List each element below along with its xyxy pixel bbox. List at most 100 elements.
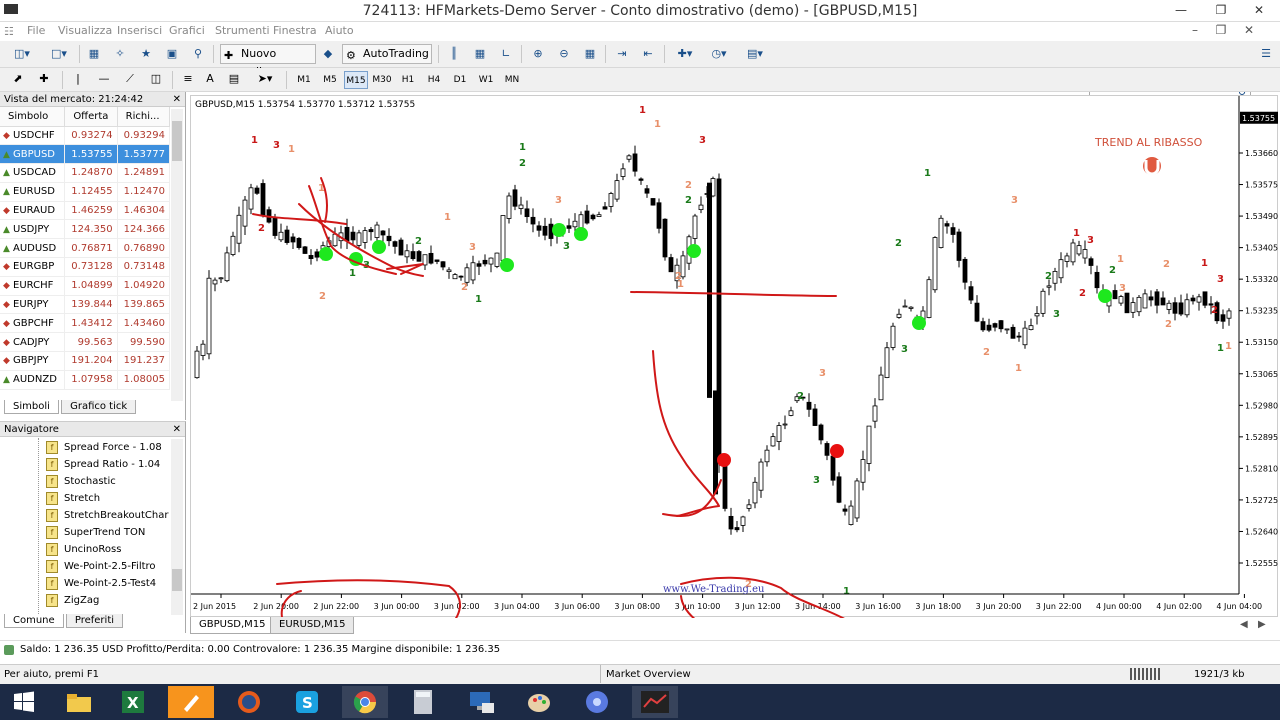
metatrader-icon[interactable] [632,686,678,718]
maximize-button[interactable]: ❐ [1204,0,1238,20]
table-row[interactable]: ▲ USDCAD 1.24870 1.24891 [0,163,171,183]
symbol-cell[interactable]: ◆ GBPCHF [0,313,66,334]
timeframe-m1[interactable]: M1 [292,71,316,89]
timeframe-m15[interactable]: M15 [344,71,368,89]
table-row[interactable]: ◆ USDCHF 0.93274 0.93294 [0,126,171,146]
close-icon[interactable]: ✕ [173,422,181,437]
symbol-cell[interactable]: ◆ USDCHF [0,126,66,146]
tab-scroll-right-icon[interactable]: ▶ [1258,619,1266,630]
symbol-cell[interactable]: ◆ CADJPY [0,332,66,353]
tab-symbols[interactable]: Simboli [4,400,59,414]
child-minimize-icon[interactable]: – [1187,23,1203,38]
symbol-cell[interactable]: ▲ USDCAD [0,163,66,183]
calculator-icon[interactable] [400,686,446,718]
table-row[interactable]: ◆ CADJPY 99.563 99.590 [0,332,171,353]
table-row[interactable]: ▲ GBPUSD 1.53755 1.53777 [0,144,171,165]
auto-scroll-icon[interactable]: ⇤ [638,44,658,64]
new-order-button[interactable]: ✚Nuovo ordine [220,44,316,78]
paint-icon[interactable] [168,686,214,718]
remote-desktop-icon[interactable] [458,686,504,718]
close-button[interactable]: ✕ [1238,0,1280,20]
table-row[interactable]: ▲ USDJPY 124.350 124.366 [0,219,171,240]
chart-window[interactable]: 1312121321321321311322123231212332123132… [190,95,1279,618]
symbol-cell[interactable]: ▲ GBPUSD [0,144,66,165]
metaeditor-icon[interactable]: ◆ [318,44,338,64]
crosshair-icon[interactable]: ✚ [34,69,54,89]
child-restore-icon[interactable]: ❐ [1213,23,1229,38]
navigator-item[interactable]: f Stretch [46,490,100,507]
tab-favorites[interactable]: Preferiti [65,614,124,628]
start-icon[interactable] [0,686,48,718]
chart-tab-gbpusd[interactable]: GBPUSD,M15 [190,617,275,634]
data-window-icon[interactable]: ✧ [110,44,130,64]
symbol-cell[interactable]: ◆ EURCHF [0,276,66,296]
symbol-cell[interactable]: ▲ USDJPY [0,219,66,240]
templates-icon[interactable]: ▤▾ [740,44,770,64]
vertical-line-icon[interactable]: | [68,69,88,89]
tab-scroll-left-icon[interactable]: ◀ [1240,619,1248,630]
zoom-in-icon[interactable]: ⊕ [528,44,548,64]
menu-view[interactable]: Visualizza [58,24,112,37]
indicators-icon[interactable]: ✚▾ [670,44,700,64]
timeframe-m5[interactable]: M5 [318,71,342,89]
menu-insert[interactable]: Inserisci [117,24,162,37]
paint-palette-icon[interactable] [516,686,562,718]
navigator-scrollbar[interactable] [171,439,183,615]
cursor-icon[interactable]: ⬈ [8,69,28,89]
firefox-icon[interactable] [226,686,272,718]
chrome-icon[interactable] [342,686,388,718]
market-watch-scrollbar[interactable] [171,109,183,401]
symbol-cell[interactable]: ▲ AUDNZD [0,370,66,390]
periods-icon[interactable]: ◷▾ [704,44,734,64]
timeframe-d1[interactable]: D1 [448,71,472,89]
navigator-item[interactable]: f ZigZag [46,592,99,609]
navigator-icon[interactable]: ★ [136,44,156,64]
navigator-item[interactable]: f Spread Ratio - 1.04 [46,456,160,473]
navigator-item[interactable]: f Stochastic [46,473,116,490]
market-watch-icon[interactable]: ▦ [84,44,104,64]
autotrading-button[interactable]: ⚙ AutoTrading [342,44,432,64]
profile-name[interactable]: Market Overview [606,665,691,684]
navigator-item[interactable]: f We-Point-2.5-Filtro [46,558,156,575]
arrows-icon[interactable]: ➤▾ [250,69,280,89]
excel-icon[interactable]: X [110,686,156,718]
child-close-icon[interactable]: ✕ [1241,23,1257,38]
fibonacci-icon[interactable]: ≡ [178,69,198,89]
navigator-item[interactable]: f UncinoRoss [46,541,121,558]
community-icon[interactable]: ☰ [1256,44,1276,64]
channel-icon[interactable]: ◫ [146,69,166,89]
menu-help[interactable]: Aiuto [325,24,354,37]
bar-chart-icon[interactable]: ║ [444,44,464,64]
zoom-out-icon[interactable]: ⊖ [554,44,574,64]
timeframe-mn[interactable]: MN [500,71,524,89]
tab-tick-chart[interactable]: Grafico tick [61,400,137,414]
navigator-item[interactable]: f We-Point-2.5-Test4 [46,575,156,592]
close-icon[interactable]: ✕ [173,92,181,107]
snowflake-app-icon[interactable] [574,686,620,718]
tile-windows-icon[interactable]: ▦ [580,44,600,64]
table-row[interactable]: ◆ EURAUD 1.46259 1.46304 [0,201,171,221]
table-row[interactable]: ▲ AUDNZD 1.07958 1.08005 [0,370,171,390]
menu-tools[interactable]: Strumenti [215,24,270,37]
table-row[interactable]: ▲ AUDUSD 0.76871 0.76890 [0,238,171,259]
new-chart-icon[interactable]: ◫▾ [6,44,38,64]
timeframe-m30[interactable]: M30 [370,71,394,89]
candlestick-icon[interactable]: ▦ [470,44,490,64]
line-chart-icon[interactable]: ∟ [496,44,516,64]
text-icon[interactable]: A [200,69,220,89]
symbol-cell[interactable]: ◆ GBPJPY [0,351,66,371]
minimize-button[interactable]: — [1164,0,1198,20]
navigator-item[interactable]: f StretchBreakoutChar [46,507,168,524]
menu-file[interactable]: File [27,24,45,37]
terminal-icon[interactable]: ▣ [162,44,182,64]
price-chart[interactable]: 1 3 12121321321321311322123231212332123132… [191,96,1279,618]
column-ask[interactable]: Richi... [117,107,171,127]
table-row[interactable]: ◆ GBPJPY 191.204 191.237 [0,351,171,371]
chart-shift-icon[interactable]: ⇥ [612,44,632,64]
timeframe-h1[interactable]: H1 [396,71,420,89]
symbol-cell[interactable]: ▲ AUDUSD [0,238,66,259]
text-label-icon[interactable]: ▤ [224,69,244,89]
table-row[interactable]: ◆ EURGBP 0.73128 0.73148 [0,257,171,277]
column-symbol[interactable]: Simbolo [0,107,66,127]
navigator-item[interactable]: f SuperTrend TON [46,524,145,541]
